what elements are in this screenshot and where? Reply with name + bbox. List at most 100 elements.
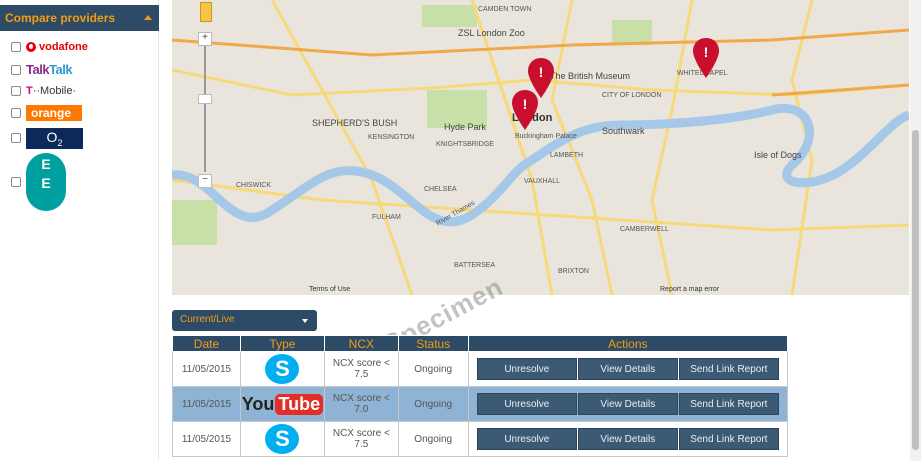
send-link-report-button[interactable]: Send Link Report — [678, 393, 779, 415]
zoom-out-button[interactable]: − — [198, 174, 212, 188]
map-label-vauxhall: VAUXHALL — [524, 178, 561, 185]
map-label-chiswick: CHISWICK — [236, 182, 271, 189]
provider-o2: O2 — [11, 128, 83, 149]
unresolve-button[interactable]: Unresolve — [476, 393, 577, 415]
provider-tmobile: T··Mobile· — [11, 85, 76, 97]
table-row: 11/05/2015 S NCX score < 7.5 Ongoing Unr… — [172, 351, 789, 387]
view-details-button[interactable]: View Details — [577, 428, 678, 450]
cell-type: S — [239, 421, 325, 457]
map-label-battersea: BATTERSEA — [454, 262, 496, 269]
o2-sub: 2 — [57, 137, 63, 148]
tmobile-label-a: T — [26, 85, 33, 97]
header-status: Status — [397, 335, 469, 352]
talktalk-checkbox[interactable] — [11, 64, 21, 75]
regents-park-area — [612, 20, 652, 45]
table-row: 11/05/2015 S NCX score < 7.5 Ongoing Unr… — [172, 421, 789, 457]
header-ncx: NCX — [323, 335, 399, 352]
cell-ncx: NCX score < 7.5 — [323, 351, 399, 387]
vodafone-logo: vodafone — [26, 41, 88, 53]
park-area — [422, 5, 477, 27]
map-label-isle-of-dogs: Isle of Dogs — [754, 150, 802, 160]
page-scrollbar[interactable] — [910, 0, 921, 461]
map-label-buckingham: Buckingham Palace — [515, 133, 577, 140]
svg-text:!: ! — [704, 44, 709, 60]
cell-date: 11/05/2015 — [172, 421, 241, 457]
cell-actions: Unresolve View Details Send Link Report — [467, 351, 789, 387]
providers-sidebar: Compare providers vodafone TalkTalk T··M… — [0, 0, 159, 461]
map-label-camden: CAMDEN TOWN — [478, 6, 532, 13]
header-type: Type — [239, 335, 325, 352]
scrollbar-thumb[interactable] — [912, 130, 919, 450]
map-report-error-link[interactable]: Report a map error — [660, 286, 719, 293]
tmobile-label-b: ··Mobile· — [32, 85, 77, 97]
street-view-pegman-icon[interactable] — [200, 2, 212, 22]
svg-text:!: ! — [539, 64, 544, 80]
zoom-slider-track[interactable] — [204, 46, 206, 172]
status-filter-select[interactable]: Current/Live — [172, 310, 317, 331]
o2-checkbox[interactable] — [11, 133, 21, 144]
ee-label-b: E — [41, 175, 51, 191]
tmobile-logo: T··Mobile· — [26, 85, 76, 97]
map-label-city: CITY OF LONDON — [602, 92, 662, 99]
map-label-lambeth: LAMBETH — [550, 152, 584, 159]
map-label-british-museum: The British Museum — [550, 71, 631, 81]
cell-actions: Unresolve View Details Send Link Report — [467, 421, 789, 457]
chevron-down-icon — [302, 319, 308, 323]
map-label-chelsea: CHELSEA — [424, 186, 457, 193]
skype-icon: S — [265, 354, 300, 384]
map-label-brixton: BRIXTON — [558, 268, 589, 275]
map-label-hyde-park: Hyde Park — [444, 122, 487, 132]
vodafone-checkbox[interactable] — [11, 42, 21, 52]
orange-checkbox[interactable] — [11, 108, 21, 118]
provider-talktalk: TalkTalk — [11, 62, 73, 77]
map-label-camberwell: CAMBERWELL — [620, 226, 669, 233]
ee-logo: EE — [26, 153, 66, 211]
youtube-you: You — [241, 393, 275, 414]
vodafone-mark-icon — [26, 42, 36, 52]
cell-status: Ongoing — [397, 421, 469, 457]
unresolve-button[interactable]: Unresolve — [476, 358, 577, 380]
map-terms-link[interactable]: Terms of Use — [309, 286, 350, 293]
send-link-report-button[interactable]: Send Link Report — [678, 428, 779, 450]
cell-date: 11/05/2015 — [172, 386, 241, 422]
zoom-slider-handle[interactable] — [198, 94, 212, 104]
o2-label: O — [46, 129, 58, 145]
skype-icon: S — [265, 424, 300, 454]
status-filter-value: Current/Live — [180, 314, 235, 325]
view-details-button[interactable]: View Details — [577, 358, 678, 380]
map-label-zsl: ZSL London Zoo — [458, 28, 525, 38]
cell-type: You Tube — [239, 386, 325, 422]
incident-pin-3[interactable]: ! — [693, 38, 719, 78]
coverage-map[interactable]: CAMDEN TOWN ZSL London Zoo The British M… — [172, 0, 909, 295]
issues-table: Date Type NCX Status Actions 11/05/2015 … — [172, 335, 789, 457]
orange-logo: orange — [26, 105, 82, 121]
provider-ee: EE — [11, 153, 66, 211]
incident-pin-2[interactable]: ! — [512, 90, 538, 130]
caret-up-icon — [144, 15, 152, 20]
youtube-icon: You Tube — [241, 393, 324, 415]
kew-area — [172, 200, 217, 245]
table-header-row: Date Type NCX Status Actions — [172, 335, 789, 352]
tmobile-checkbox[interactable] — [11, 86, 21, 96]
vodafone-label: vodafone — [39, 41, 88, 53]
cell-status: Ongoing — [397, 386, 469, 422]
talktalk-label-a: Talk — [26, 62, 50, 77]
cell-type: S — [239, 351, 325, 387]
send-link-report-button[interactable]: Send Link Report — [678, 358, 779, 380]
table-row: 11/05/2015 You Tube NCX score < 7.0 Ongoi… — [172, 386, 789, 422]
map-canvas — [172, 0, 909, 295]
unresolve-button[interactable]: Unresolve — [476, 428, 577, 450]
map-label-shepherds-bush: SHEPHERD'S BUSH — [312, 118, 398, 128]
o2-logo: O2 — [26, 128, 83, 149]
svg-text:!: ! — [523, 96, 528, 112]
talktalk-label-b: Talk — [49, 62, 73, 77]
ee-checkbox[interactable] — [11, 177, 21, 187]
cell-ncx: NCX score < 7.5 — [323, 421, 399, 457]
map-label-fulham: FULHAM — [372, 214, 401, 221]
river-thames — [172, 104, 909, 227]
compare-providers-toggle[interactable]: Compare providers — [0, 5, 159, 31]
ee-label-a: E — [41, 156, 51, 172]
view-details-button[interactable]: View Details — [577, 393, 678, 415]
map-label-southwark: Southwark — [602, 126, 645, 136]
zoom-in-button[interactable]: + — [198, 32, 212, 46]
